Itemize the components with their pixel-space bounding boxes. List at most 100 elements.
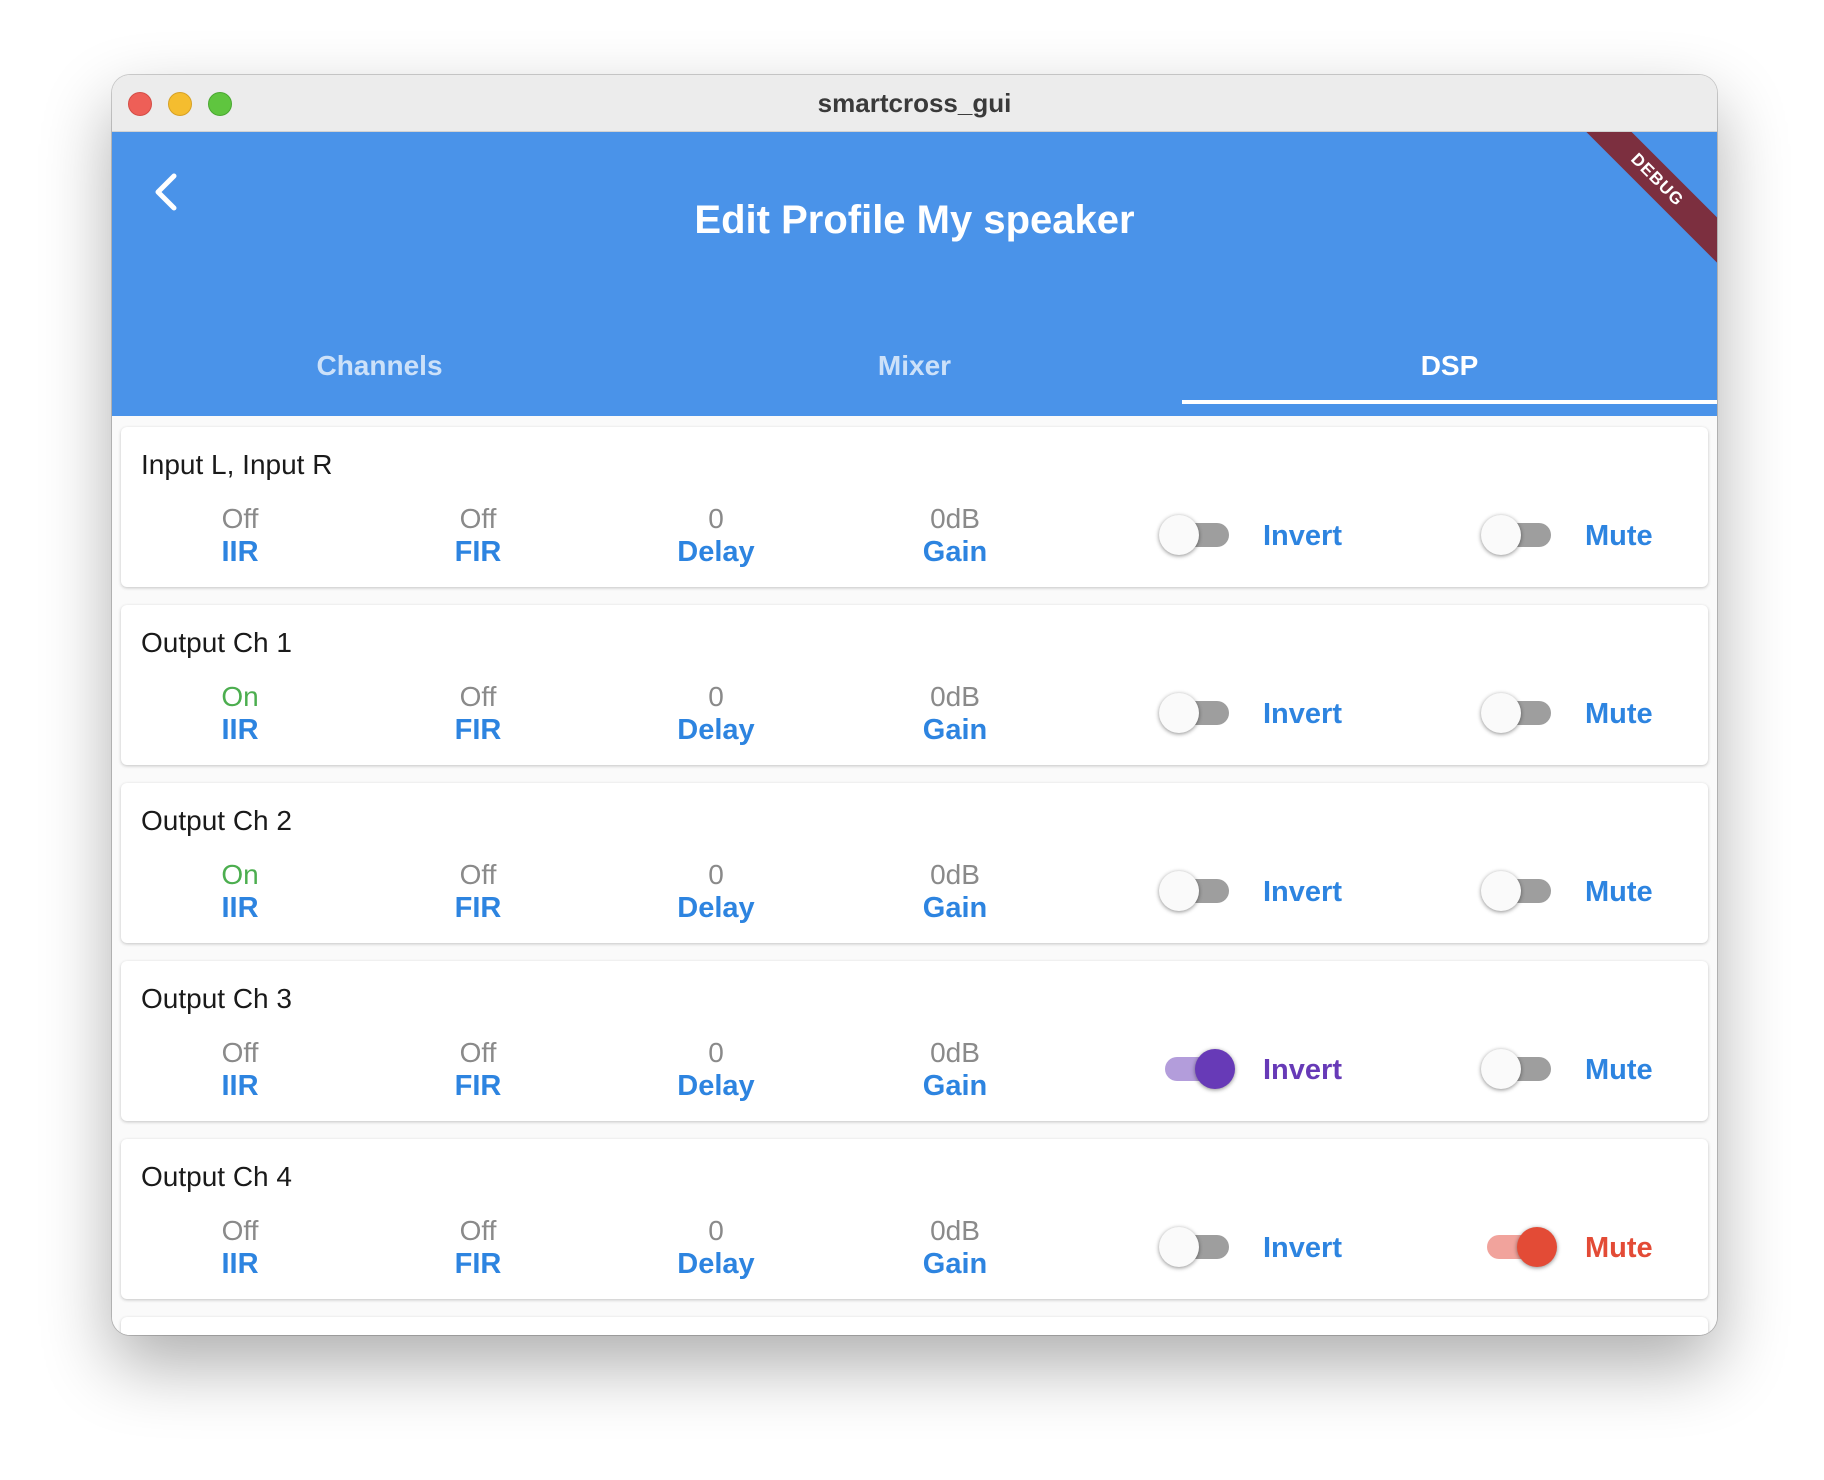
gain-value: 0dB <box>930 1037 980 1068</box>
fir-label: FIR <box>454 892 502 924</box>
gain-setting[interactable]: 0dB Gain <box>875 681 1035 747</box>
delay-setting[interactable]: 0 Delay <box>636 1037 796 1103</box>
channel-name: Input L, Input R <box>141 449 333 480</box>
iir-value: Off <box>221 503 259 534</box>
fir-setting[interactable]: Off FIR <box>398 1215 558 1281</box>
iir-label: IIR <box>221 536 259 568</box>
app-bar: Edit Profile My speaker DEBUG Channels M… <box>112 132 1717 416</box>
invert-label[interactable]: Invert <box>1263 1050 1342 1090</box>
iir-value: On <box>221 859 259 890</box>
fir-value: Off <box>459 859 497 890</box>
fir-label: FIR <box>454 536 502 568</box>
fir-setting[interactable]: Off FIR <box>398 681 558 747</box>
switch-thumb <box>1159 693 1199 733</box>
channel-card: Output Ch 5OffIIROffFIR0Delay0dBGainInve… <box>121 1317 1708 1335</box>
gain-value: 0dB <box>930 681 980 712</box>
gain-label: Gain <box>922 1248 988 1280</box>
iir-setting[interactable]: Off IIR <box>160 1215 320 1281</box>
channel-card: Output Ch 2 On IIR Off FIR 0 Delay 0dB Gain Inver… <box>121 783 1708 943</box>
switch-thumb <box>1481 515 1521 555</box>
mute-label[interactable]: Mute <box>1585 1228 1653 1268</box>
app-window: smartcross_gui Edit Profile My speaker D… <box>112 75 1717 1335</box>
invert-label[interactable]: Invert <box>1263 694 1342 734</box>
gain-setting[interactable]: 0dB Gain <box>875 1215 1035 1281</box>
delay-value: 0 <box>708 1215 724 1246</box>
mute-label[interactable]: Mute <box>1585 872 1653 912</box>
tab-mixer[interactable]: Mixer <box>647 330 1182 416</box>
delay-setting[interactable]: 0 Delay <box>636 859 796 925</box>
switch-thumb <box>1481 693 1521 733</box>
title-bar: smartcross_gui <box>112 75 1717 132</box>
mute-switch[interactable] <box>1481 515 1557 555</box>
gain-label: Gain <box>922 1070 988 1102</box>
iir-setting[interactable]: On IIR <box>160 859 320 925</box>
invert-switch[interactable] <box>1159 871 1235 911</box>
fir-setting[interactable]: Off FIR <box>398 1037 558 1103</box>
switch-thumb <box>1517 1227 1557 1267</box>
channel-card: Output Ch 1 On IIR Off FIR 0 Delay 0dB Gain Inver… <box>121 605 1708 765</box>
invert-label[interactable]: Invert <box>1263 516 1342 556</box>
channel-name: Output Ch 3 <box>141 983 292 1014</box>
switch-thumb <box>1481 871 1521 911</box>
gain-value: 0dB <box>930 503 980 534</box>
fir-value: Off <box>459 1215 497 1246</box>
delay-value: 0 <box>708 1037 724 1068</box>
channel-card: Output Ch 3 Off IIR Off FIR 0 Delay 0dB Gain Inve… <box>121 961 1708 1121</box>
tab-channels[interactable]: Channels <box>112 330 647 416</box>
invert-switch[interactable] <box>1159 693 1235 733</box>
iir-setting[interactable]: On IIR <box>160 681 320 747</box>
iir-value: Off <box>221 1037 259 1068</box>
fir-value: Off <box>459 1037 497 1068</box>
switch-thumb <box>1481 1049 1521 1089</box>
iir-label: IIR <box>221 892 259 924</box>
iir-label: IIR <box>221 1248 259 1280</box>
gain-label: Gain <box>922 892 988 924</box>
delay-setting[interactable]: 0 Delay <box>636 503 796 569</box>
iir-setting[interactable]: Off IIR <box>160 1037 320 1103</box>
invert-label[interactable]: Invert <box>1263 1228 1342 1268</box>
invert-label[interactable]: Invert <box>1263 872 1342 912</box>
page-title: Edit Profile My speaker <box>694 198 1135 242</box>
window-title: smartcross_gui <box>817 88 1012 118</box>
gain-value: 0dB <box>930 1215 980 1246</box>
mute-switch[interactable] <box>1481 1049 1557 1089</box>
gain-setting[interactable]: 0dB Gain <box>875 503 1035 569</box>
fir-value: Off <box>459 681 497 712</box>
tab-dsp[interactable]: DSP <box>1182 330 1717 416</box>
channel-name: Output Ch 1 <box>141 627 292 658</box>
mute-switch[interactable] <box>1481 871 1557 911</box>
gain-setting[interactable]: 0dB Gain <box>875 1037 1035 1103</box>
delay-value: 0 <box>708 503 724 534</box>
switch-thumb <box>1195 1049 1235 1089</box>
fir-label: FIR <box>454 714 502 746</box>
fir-label: FIR <box>454 1248 502 1280</box>
gain-setting[interactable]: 0dB Gain <box>875 859 1035 925</box>
mute-switch[interactable] <box>1481 693 1557 733</box>
dsp-channel-list[interactable]: Input L, Input R Off IIR Off FIR 0 Delay 0dB Gai… <box>112 416 1717 1335</box>
mute-label[interactable]: Mute <box>1585 694 1653 734</box>
invert-switch[interactable] <box>1159 1049 1235 1089</box>
delay-label: Delay <box>677 892 755 924</box>
gain-value: 0dB <box>930 859 980 890</box>
delay-setting[interactable]: 0 Delay <box>636 1215 796 1281</box>
mute-label[interactable]: Mute <box>1585 516 1653 556</box>
mute-switch[interactable] <box>1481 1227 1557 1267</box>
delay-setting[interactable]: 0 Delay <box>636 681 796 747</box>
mute-label[interactable]: Mute <box>1585 1050 1653 1090</box>
tab-bar: Channels Mixer DSP <box>112 330 1717 416</box>
fir-setting[interactable]: Off FIR <box>398 859 558 925</box>
gain-label: Gain <box>922 714 988 746</box>
delay-label: Delay <box>677 714 755 746</box>
delay-label: Delay <box>677 536 755 568</box>
invert-switch[interactable] <box>1159 515 1235 555</box>
switch-thumb <box>1159 871 1199 911</box>
delay-label: Delay <box>677 1070 755 1102</box>
iir-setting[interactable]: Off IIR <box>160 503 320 569</box>
iir-value: Off <box>221 1215 259 1246</box>
fir-setting[interactable]: Off FIR <box>398 503 558 569</box>
switch-thumb <box>1159 515 1199 555</box>
delay-label: Delay <box>677 1248 755 1280</box>
iir-label: IIR <box>221 714 259 746</box>
fir-value: Off <box>459 503 497 534</box>
invert-switch[interactable] <box>1159 1227 1235 1267</box>
